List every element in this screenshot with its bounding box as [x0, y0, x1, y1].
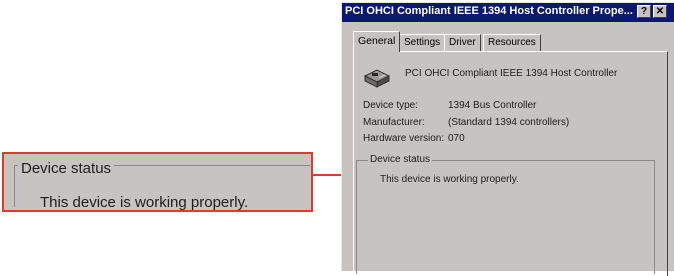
hardware-version-value: 070	[448, 133, 465, 144]
help-button[interactable]: ?	[637, 5, 651, 18]
manufacturer-label: Manufacturer:	[363, 117, 425, 128]
properties-dialog: PCI OHCI Compliant IEEE 1394 Host Contro…	[341, 2, 674, 276]
tab-strip: General Settings Driver Resources	[353, 31, 663, 52]
zoom-status-text: This device is working properly.	[40, 194, 249, 211]
window-title: PCI OHCI Compliant IEEE 1394 Host Contro…	[345, 5, 633, 17]
manufacturer-value: (Standard 1394 controllers)	[448, 117, 570, 128]
network-card-icon	[363, 69, 391, 88]
device-name: PCI OHCI Compliant IEEE 1394 Host Contro…	[405, 68, 618, 79]
tab-resources[interactable]: Resources	[483, 34, 541, 51]
title-bar[interactable]: PCI OHCI Compliant IEEE 1394 Host Contro…	[342, 3, 674, 22]
zoom-callout: Device status This device is working pro…	[2, 152, 313, 212]
callout-arrow-line	[313, 174, 343, 176]
tab-settings[interactable]: Settings	[399, 34, 446, 51]
device-type-label: Device type:	[363, 100, 419, 111]
device-type-value: 1394 Bus Controller	[448, 100, 537, 111]
close-button[interactable]: ✕	[653, 5, 667, 18]
zoom-status-legend: Device status	[18, 161, 115, 177]
device-status-text: This device is working properly.	[380, 174, 519, 185]
tab-general[interactable]: General	[353, 31, 401, 52]
device-status-legend: Device status	[368, 154, 433, 165]
tab-driver[interactable]: Driver	[444, 34, 481, 51]
hardware-version-label: Hardware version:	[363, 133, 445, 144]
